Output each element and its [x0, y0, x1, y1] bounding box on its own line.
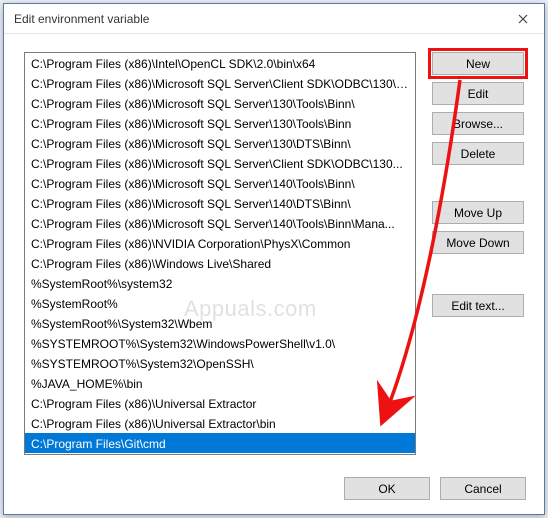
list-item[interactable]: C:\Program Files (x86)\Universal Extract…	[25, 413, 415, 433]
delete-button[interactable]: Delete	[432, 142, 524, 165]
dialog-window: Edit environment variable C:\Program Fil…	[3, 3, 545, 515]
window-title: Edit environment variable	[14, 12, 502, 26]
list-item[interactable]: C:\Program Files (x86)\Windows Live\Shar…	[25, 253, 415, 273]
close-icon	[518, 14, 528, 24]
browse-button[interactable]: Browse...	[432, 112, 524, 135]
list-item[interactable]: %SystemRoot%\system32	[25, 273, 415, 293]
close-button[interactable]	[502, 4, 544, 34]
ok-button[interactable]: OK	[344, 477, 430, 500]
list-item[interactable]: C:\Program Files (x86)\Universal Extract…	[25, 393, 415, 413]
list-item[interactable]: C:\Program Files\Git\cmd	[25, 433, 415, 453]
list-item[interactable]: C:\Program Files (x86)\Microsoft SQL Ser…	[25, 113, 415, 133]
list-item[interactable]: C:\Program Files (x86)\Microsoft SQL Ser…	[25, 93, 415, 113]
path-listbox[interactable]: C:\Program Files (x86)\Intel\OpenCL SDK\…	[24, 52, 416, 455]
move-down-button[interactable]: Move Down	[432, 231, 524, 254]
cancel-button[interactable]: Cancel	[440, 477, 526, 500]
list-item[interactable]: C:\Program Files (x86)\Microsoft SQL Ser…	[25, 153, 415, 173]
list-item[interactable]: %SYSTEMROOT%\System32\OpenSSH\	[25, 353, 415, 373]
list-item[interactable]: C:\Program Files (x86)\Intel\OpenCL SDK\…	[25, 53, 415, 73]
footer: OK Cancel	[4, 467, 544, 514]
list-item[interactable]: %SystemRoot%\System32\Wbem	[25, 313, 415, 333]
list-item[interactable]: C:\Program Files (x86)\Microsoft SQL Ser…	[25, 193, 415, 213]
list-item[interactable]: C:\Program Files (x86)\Microsoft SQL Ser…	[25, 213, 415, 233]
sidebar-buttons: New Edit Browse... Delete Move Up Move D…	[432, 52, 524, 455]
new-button[interactable]: New	[432, 52, 524, 75]
list-item[interactable]: C:\Program Files (x86)\Microsoft SQL Ser…	[25, 133, 415, 153]
list-item[interactable]: C:\Program Files (x86)\Microsoft SQL Ser…	[25, 173, 415, 193]
list-item[interactable]: %SYSTEMROOT%\System32\WindowsPowerShell\…	[25, 333, 415, 353]
list-item[interactable]: %SystemRoot%	[25, 293, 415, 313]
list-item[interactable]: C:\Program Files (x86)\Microsoft SQL Ser…	[25, 73, 415, 93]
titlebar: Edit environment variable	[4, 4, 544, 34]
list-item[interactable]: %JAVA_HOME%\bin	[25, 373, 415, 393]
edit-text-button[interactable]: Edit text...	[432, 294, 524, 317]
move-up-button[interactable]: Move Up	[432, 201, 524, 224]
content-area: C:\Program Files (x86)\Intel\OpenCL SDK\…	[4, 34, 544, 467]
edit-button[interactable]: Edit	[432, 82, 524, 105]
list-item[interactable]: C:\Program Files (x86)\NVIDIA Corporatio…	[25, 233, 415, 253]
